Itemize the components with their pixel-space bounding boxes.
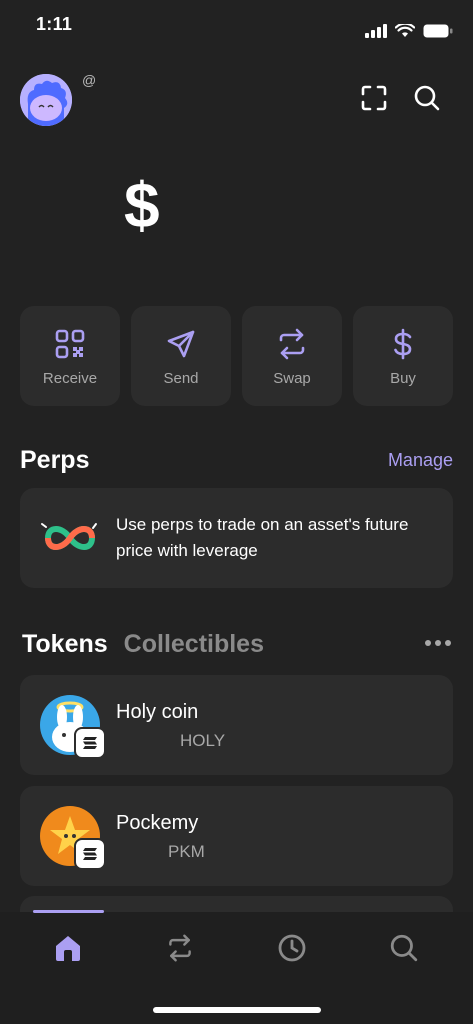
status-icons [365, 24, 453, 38]
scan-icon [361, 85, 387, 111]
action-buttons: Receive Send Swap Buy [20, 306, 453, 406]
token-row-holy[interactable]: Holy coin HOLY [20, 675, 453, 775]
search-icon [414, 85, 440, 111]
more-icon-dot [445, 640, 451, 646]
send-label: Send [163, 370, 199, 387]
buy-label: Buy [390, 370, 416, 387]
perps-title: Perps [20, 446, 90, 474]
nav-swap[interactable] [162, 930, 198, 966]
buy-button[interactable]: Buy [353, 306, 453, 406]
nav-search[interactable] [386, 930, 422, 966]
perps-card[interactable]: Use perps to trade on an asset's future … [20, 488, 453, 588]
token-name: Pockemy [116, 812, 199, 834]
swap-label: Swap [273, 370, 311, 387]
send-button[interactable]: Send [131, 306, 231, 406]
more-icon-dot [425, 640, 431, 646]
swap-button[interactable]: Swap [242, 306, 342, 406]
receive-label: Receive [42, 370, 98, 387]
username-at-symbol: @ [82, 72, 97, 88]
scan-button[interactable] [358, 82, 390, 114]
perps-infinity-icon [41, 523, 97, 550]
nav-home[interactable] [50, 930, 86, 966]
token-name: Holy coin [116, 701, 199, 723]
home-icon [56, 936, 80, 961]
status-time: 1:11 [36, 14, 73, 34]
more-options-button[interactable] [425, 640, 451, 646]
battery-icon [423, 24, 453, 38]
token-symbol: HOLY [180, 731, 226, 750]
manage-link[interactable]: Manage [388, 450, 453, 471]
solana-badge-icon [74, 727, 106, 759]
cellular-signal-icon [365, 24, 387, 38]
qr-code-icon [55, 329, 85, 359]
nav-history[interactable] [274, 930, 310, 966]
receive-button[interactable]: Receive [20, 306, 120, 406]
balance-amount: $ [124, 169, 160, 241]
solana-badge-icon [74, 838, 106, 870]
send-icon [167, 330, 195, 358]
wifi-icon [395, 24, 415, 37]
swap-icon [279, 328, 305, 360]
search-icon [390, 934, 418, 962]
tab-collectibles[interactable]: Collectibles [124, 630, 264, 659]
tab-tokens[interactable]: Tokens [22, 630, 108, 659]
perps-description: Use perps to trade on an asset's future … [116, 515, 409, 560]
token-row-pockemy[interactable]: Pockemy PKM [20, 786, 453, 886]
avatar[interactable] [20, 74, 72, 126]
asset-tabs: Tokens Collectibles [22, 630, 264, 659]
more-icon-dot [435, 640, 441, 646]
token-symbol: PKM [168, 842, 205, 861]
search-button[interactable] [411, 82, 443, 114]
dollar-icon [394, 328, 412, 360]
nav-active-indicator [33, 910, 104, 913]
history-icon [278, 934, 306, 962]
home-indicator [153, 1007, 321, 1013]
swap-icon [169, 934, 191, 962]
